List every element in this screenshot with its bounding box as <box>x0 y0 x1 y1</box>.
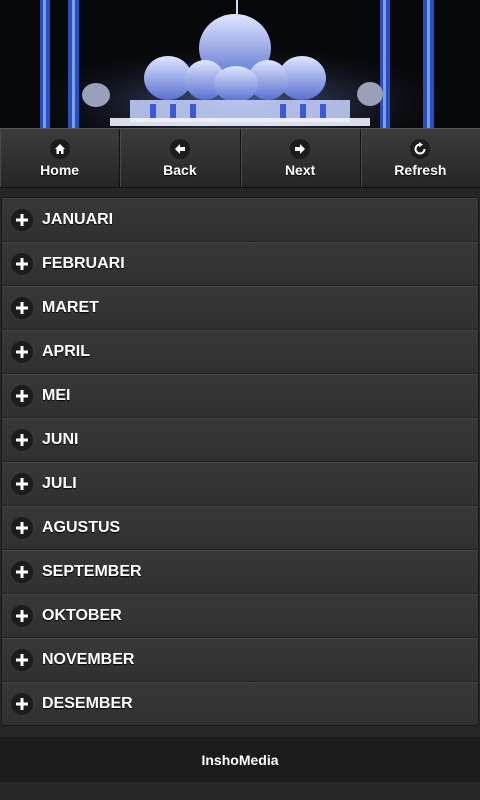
plus-icon <box>11 604 33 627</box>
footer: InshoMedia <box>0 737 480 782</box>
plus-icon <box>11 472 33 495</box>
list-item[interactable]: MARET <box>2 286 478 330</box>
list-item[interactable]: JANUARI <box>2 198 478 242</box>
list-item[interactable]: FEBRUARI <box>2 242 478 286</box>
list-item-label: MEI <box>42 386 71 404</box>
home-button-label: Home <box>40 161 80 178</box>
plus-icon <box>11 560 33 583</box>
refresh-icon <box>410 138 431 159</box>
home-icon <box>49 138 70 159</box>
plus-icon <box>11 384 33 407</box>
plus-icon <box>11 296 33 319</box>
plus-icon <box>11 252 33 275</box>
list-item[interactable]: APRIL <box>2 330 478 374</box>
list-item-label: JUNI <box>42 430 79 448</box>
next-button-label: Next <box>284 161 316 178</box>
home-button[interactable]: Home <box>0 129 121 187</box>
back-button-label: Back <box>163 161 197 178</box>
month-list: JANUARI FEBRUARI MARET APRIL MEI JUNI JU… <box>1 197 479 726</box>
back-button[interactable]: Back <box>120 129 241 187</box>
plus-icon <box>11 692 33 715</box>
list-item-label: FEBRUARI <box>42 254 125 272</box>
list-item-label: JULI <box>42 474 77 492</box>
plus-icon <box>11 208 33 231</box>
list-item-label: AGUSTUS <box>42 518 121 536</box>
list-item-label: OKTOBER <box>42 606 122 624</box>
list-item[interactable]: JULI <box>2 462 478 506</box>
list-item[interactable]: NOVEMBER <box>2 638 478 682</box>
refresh-button-label: Refresh <box>394 161 447 178</box>
list-item-label: NOVEMBER <box>42 650 135 668</box>
arrow-right-icon <box>290 138 311 159</box>
list-item[interactable]: DESEMBER <box>2 682 478 725</box>
refresh-button[interactable]: Refresh <box>361 129 480 187</box>
list-item[interactable]: AGUSTUS <box>2 506 478 550</box>
navbar: Home Back Next Refresh <box>0 128 480 188</box>
list-item-label: JANUARI <box>42 210 114 228</box>
list-item-label: DESEMBER <box>42 694 133 712</box>
next-button[interactable]: Next <box>241 129 361 187</box>
plus-icon <box>11 340 33 363</box>
list-item[interactable]: MEI <box>2 374 478 418</box>
plus-icon <box>11 516 33 539</box>
list-item[interactable]: SEPTEMBER <box>2 550 478 594</box>
list-item[interactable]: JUNI <box>2 418 478 462</box>
header-banner-image <box>0 0 480 128</box>
list-item[interactable]: OKTOBER <box>2 594 478 638</box>
arrow-left-icon <box>169 138 190 159</box>
plus-icon <box>11 648 33 671</box>
plus-icon <box>11 428 33 451</box>
list-item-label: APRIL <box>42 342 90 360</box>
list-item-label: SEPTEMBER <box>42 562 142 580</box>
list-item-label: MARET <box>42 298 99 316</box>
footer-title: InshoMedia <box>201 751 279 768</box>
